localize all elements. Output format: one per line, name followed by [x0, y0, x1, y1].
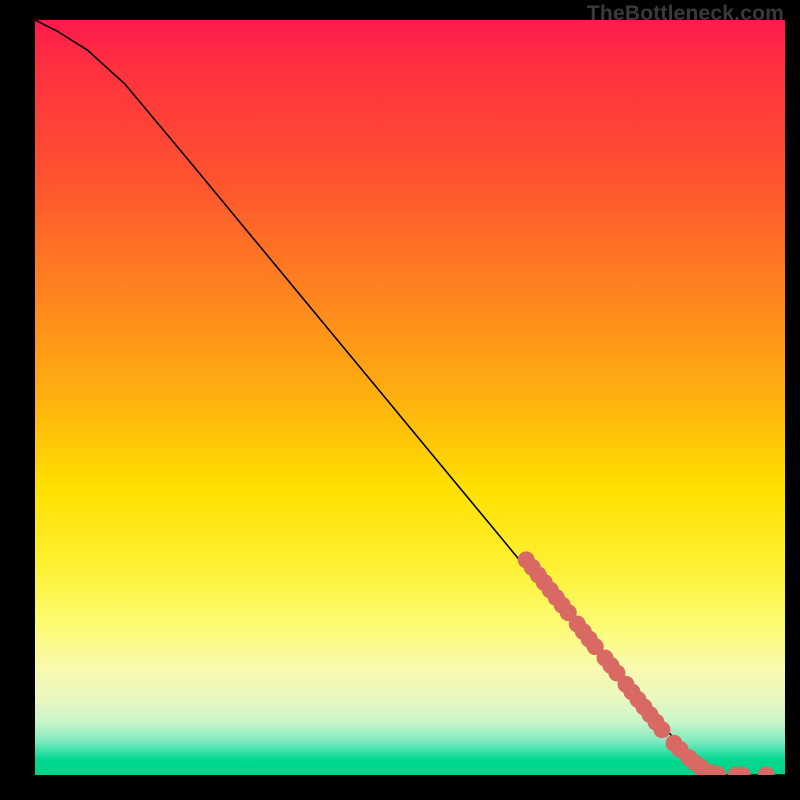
data-marker: [758, 767, 775, 776]
data-marker: [654, 721, 671, 738]
data-markers: [518, 551, 775, 775]
bottleneck-curve: [35, 20, 785, 775]
chart-overlay: [35, 20, 785, 775]
plot-area: [35, 20, 785, 775]
chart-frame: TheBottleneck.com: [0, 0, 800, 800]
watermark-text: TheBottleneck.com: [587, 2, 784, 26]
